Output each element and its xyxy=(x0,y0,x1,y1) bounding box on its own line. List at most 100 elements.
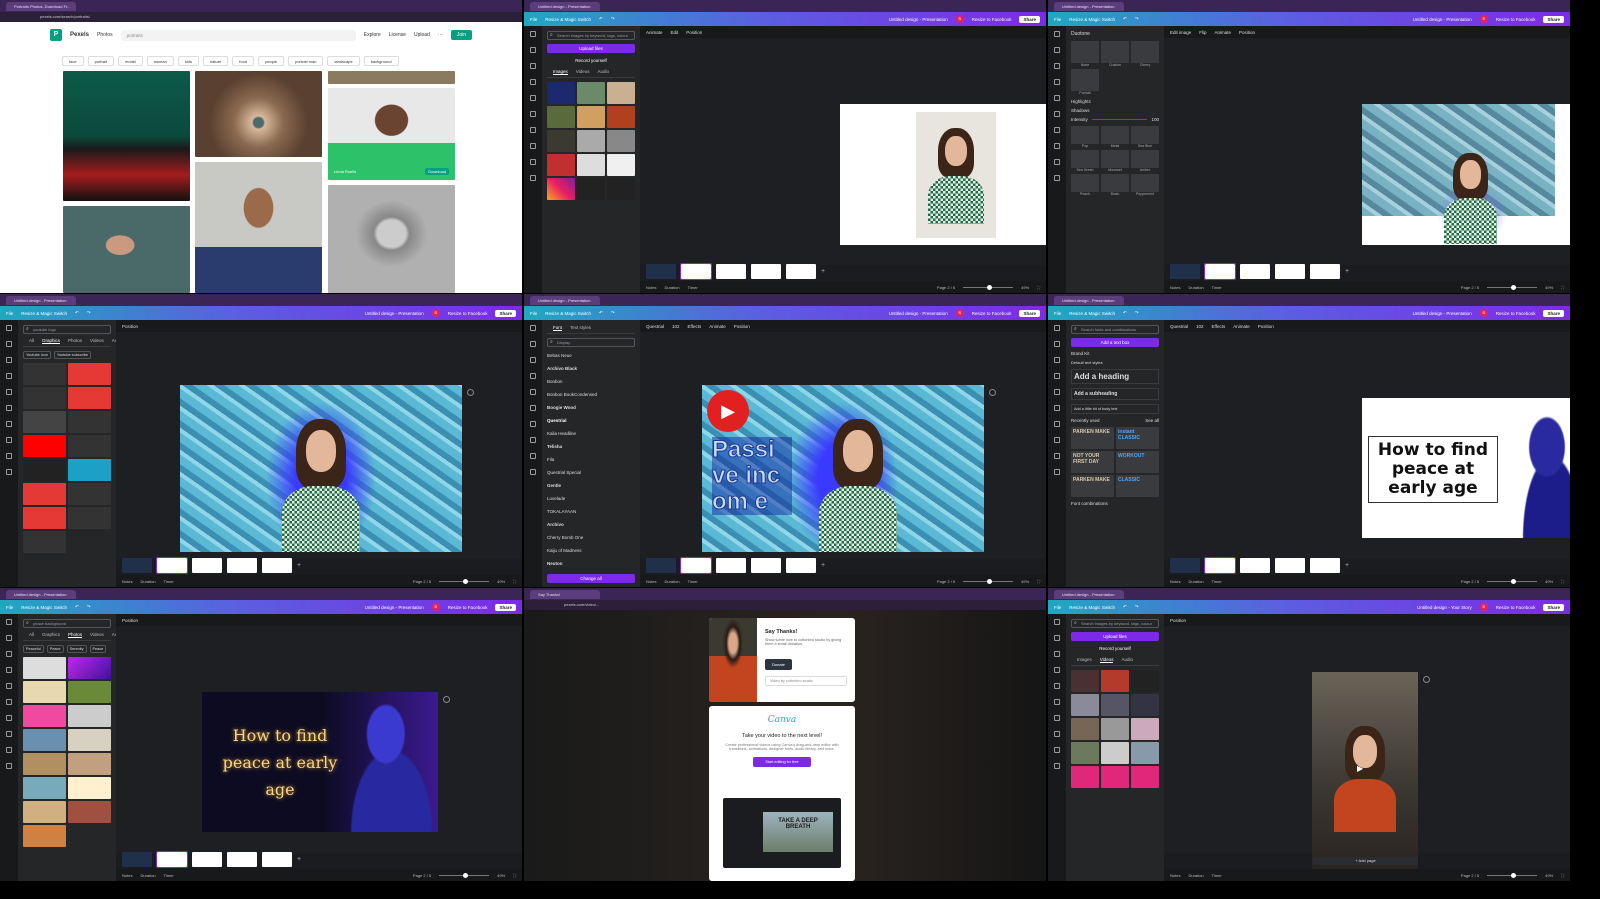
page-thumbnail[interactable] xyxy=(1310,558,1340,573)
projects-icon[interactable] xyxy=(530,421,536,427)
result-thumbnail[interactable] xyxy=(577,106,605,128)
donate-button[interactable]: Donate xyxy=(765,659,792,670)
result-thumbnail[interactable] xyxy=(68,729,111,751)
result-thumbnail[interactable] xyxy=(68,681,111,703)
toolbar-item[interactable]: Position xyxy=(1258,324,1274,329)
design-title[interactable]: Untitled design - Presentation xyxy=(889,311,948,316)
zoom-slider[interactable] xyxy=(963,578,1014,584)
font-option[interactable]: Questrial xyxy=(547,416,635,425)
font-sample[interactable]: CLASSIC xyxy=(1116,475,1159,497)
font-sample[interactable]: NOT YOUR FIRST DAY xyxy=(1071,451,1114,473)
result-thumbnail[interactable] xyxy=(577,178,605,200)
zoom-slider[interactable] xyxy=(963,284,1014,290)
toolbar-item[interactable]: Animate xyxy=(646,30,663,35)
slide-title-text[interactable]: How to find peace at early age xyxy=(210,722,350,803)
add-page-icon[interactable]: + xyxy=(297,562,301,569)
apps-icon[interactable] xyxy=(1054,731,1060,737)
browser-tab[interactable]: Untitled design - Presentation xyxy=(1054,295,1124,305)
timer-button[interactable]: Timer xyxy=(688,285,698,290)
result-thumbnail[interactable] xyxy=(607,154,635,176)
zoom-slider[interactable] xyxy=(1487,872,1538,878)
tag-chip[interactable]: food xyxy=(232,56,255,66)
font-sample[interactable]: instant CLASSIC xyxy=(1116,427,1159,449)
file-menu[interactable]: File xyxy=(1054,605,1061,610)
result-thumbnail[interactable] xyxy=(1131,718,1159,740)
design-icon[interactable] xyxy=(1054,619,1060,625)
duotone-option[interactable]: Pop xyxy=(1071,126,1099,148)
uploads-icon[interactable] xyxy=(6,389,12,395)
page-thumbnail[interactable] xyxy=(1275,558,1305,573)
avatar[interactable]: S xyxy=(431,603,440,611)
play-icon[interactable]: ▶ xyxy=(1357,764,1363,773)
result-thumbnail[interactable] xyxy=(1131,670,1159,692)
photo-eye[interactable] xyxy=(195,71,322,157)
toolbar-item[interactable]: Flip xyxy=(1199,30,1206,35)
apps-icon[interactable] xyxy=(1054,143,1060,149)
text-icon[interactable] xyxy=(1054,357,1060,363)
result-thumbnail[interactable] xyxy=(1101,742,1129,764)
fullscreen-icon[interactable]: ⛶ xyxy=(513,873,522,878)
duration-button[interactable]: Duration xyxy=(140,873,155,878)
share-button[interactable]: Share xyxy=(495,309,516,317)
elements-icon[interactable] xyxy=(1054,47,1060,53)
back-link[interactable]: Duotone xyxy=(1071,31,1159,37)
start-editing-button[interactable]: Start editing for free xyxy=(753,757,811,767)
slide-page[interactable]: ▶ Passi ve incom e xyxy=(702,385,984,552)
more-menu[interactable]: ··· xyxy=(438,32,443,38)
toolbar-item[interactable]: Position xyxy=(122,618,138,623)
fullscreen-icon[interactable]: ⛶ xyxy=(1037,579,1046,584)
elements-icon[interactable] xyxy=(6,341,12,347)
zoom-level[interactable]: 49% xyxy=(1021,285,1029,290)
side-tab[interactable]: Images xyxy=(553,69,568,75)
search-input[interactable]: Search images by keyword, tags, colour xyxy=(547,31,635,40)
design-title[interactable]: Untitled design - Presentation xyxy=(365,311,424,316)
avatar[interactable]: S xyxy=(955,309,964,317)
photos-icon[interactable] xyxy=(6,763,12,769)
rotate-icon[interactable] xyxy=(467,389,474,396)
result-thumbnail[interactable] xyxy=(577,82,605,104)
toolbar-item[interactable]: Animate xyxy=(709,324,726,329)
design-icon[interactable] xyxy=(1054,31,1060,37)
add-page-icon[interactable]: + xyxy=(821,562,825,569)
undo-icon[interactable]: ↶ xyxy=(1123,604,1127,610)
page-thumbnail[interactable] xyxy=(1240,558,1270,573)
design-icon[interactable] xyxy=(6,325,12,331)
font-option[interactable]: Archivo xyxy=(547,520,635,529)
font-option[interactable]: Neuton xyxy=(547,559,635,568)
result-thumbnail[interactable] xyxy=(23,801,66,823)
side-tab[interactable]: All xyxy=(29,338,34,344)
toolbar-item[interactable]: Position xyxy=(686,30,702,35)
pexels-logo-text[interactable]: Pexels xyxy=(70,32,89,38)
draw-icon[interactable] xyxy=(1054,405,1060,411)
notes-button[interactable]: Notes xyxy=(1170,579,1180,584)
result-thumbnail[interactable] xyxy=(547,154,575,176)
design-icon[interactable] xyxy=(1054,325,1060,331)
address-bar[interactable]: pexels.com/video/... xyxy=(524,600,1046,610)
slide-page[interactable] xyxy=(180,385,462,552)
tag-chip[interactable]: background xyxy=(363,56,399,66)
resize-button[interactable]: Resize & Magic Switch xyxy=(545,311,591,316)
result-thumbnail[interactable] xyxy=(23,825,66,847)
photo-woman[interactable] xyxy=(916,112,996,238)
rotate-icon[interactable] xyxy=(1423,676,1430,683)
elements-icon[interactable] xyxy=(6,635,12,641)
side-tab[interactable]: Audio xyxy=(1121,657,1133,663)
result-thumbnail[interactable] xyxy=(1131,694,1159,716)
notes-button[interactable]: Notes xyxy=(122,873,132,878)
zoom-level[interactable]: 49% xyxy=(497,873,505,878)
zoom-level[interactable]: 49% xyxy=(1021,579,1029,584)
side-tab[interactable]: Videos xyxy=(90,632,104,638)
apps-icon[interactable] xyxy=(6,437,12,443)
magic-media-icon[interactable] xyxy=(1054,159,1060,165)
slide-page[interactable] xyxy=(1362,104,1570,245)
result-thumbnail[interactable] xyxy=(607,178,635,200)
magic-media-icon[interactable] xyxy=(1054,747,1060,753)
result-thumbnail[interactable] xyxy=(68,657,111,679)
add-page-icon[interactable]: + xyxy=(297,856,301,863)
nav-license[interactable]: License xyxy=(389,32,406,38)
share-button[interactable]: Share xyxy=(1019,15,1040,23)
fullscreen-icon[interactable]: ⛶ xyxy=(1561,873,1570,878)
photographer-name[interactable]: Linda Roelfs xyxy=(334,169,356,174)
add-text-box-button[interactable]: Add a text box xyxy=(1071,338,1159,347)
timer-button[interactable]: Timer xyxy=(1212,579,1222,584)
